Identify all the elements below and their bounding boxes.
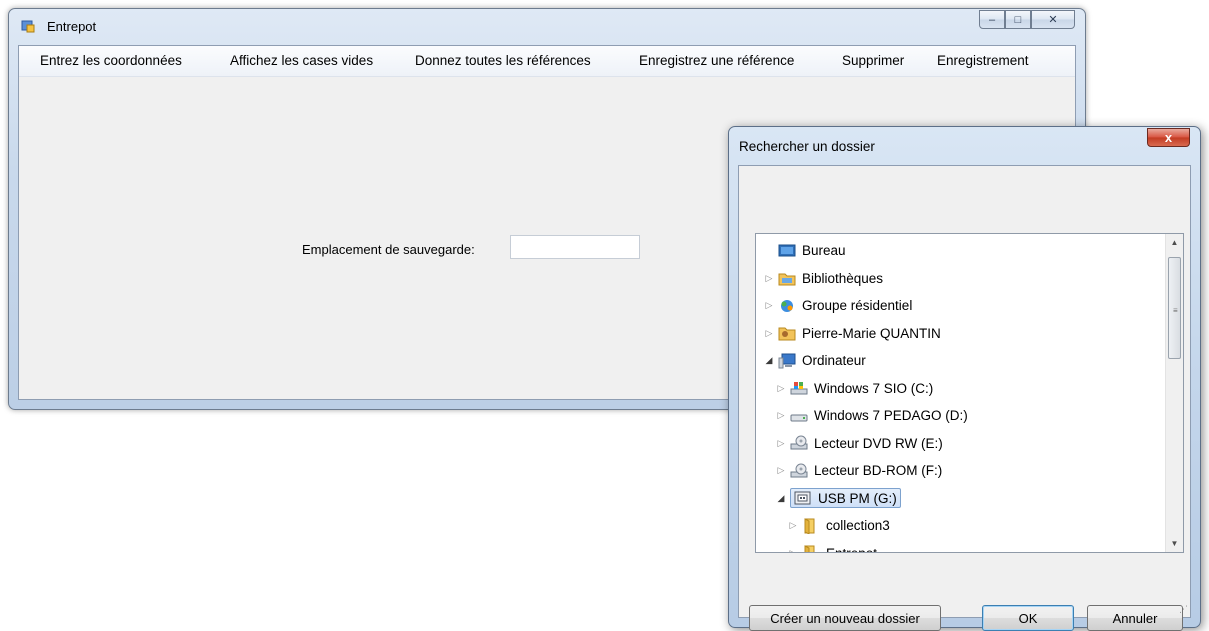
close-icon: ✕ <box>1048 14 1058 26</box>
tree-item-label: USB PM (G:) <box>818 490 897 506</box>
browse-folder-dialog: Rechercher un dossier x ▲ ≡ ▼ Bureau ▷ Bib… <box>728 126 1201 631</box>
tree-item-content: Lecteur BD-ROM (F:) <box>790 463 942 479</box>
save-location-input[interactable] <box>510 235 640 259</box>
dialog-title: Rechercher un dossier <box>739 139 875 154</box>
tree-item[interactable]: ◢ USB PM (G:) <box>776 485 901 512</box>
window-controls: – □ ✕ <box>979 10 1075 30</box>
tree-item-label: collection3 <box>826 518 890 533</box>
desktop-icon <box>778 243 796 259</box>
vertical-scrollbar[interactable]: ▲ ≡ ▼ <box>1165 234 1183 552</box>
tree-item-label: Bureau <box>802 243 846 258</box>
minimize-icon: – <box>988 13 996 26</box>
bd-drive-icon <box>790 463 808 479</box>
tree-item[interactable]: ▷ Lecteur DVD RW (E:) <box>776 430 943 457</box>
collapsed-arrow-icon[interactable]: ▷ <box>776 410 786 421</box>
save-location-label: Emplacement de sauvegarde: <box>302 242 475 257</box>
user-folder-icon <box>778 325 796 341</box>
scroll-up-arrow-icon[interactable]: ▲ <box>1166 234 1183 251</box>
tree-item[interactable]: ◢ Ordinateur <box>764 347 866 374</box>
ok-label: OK <box>1018 610 1038 626</box>
expanded-arrow-icon[interactable]: ◢ <box>776 493 786 504</box>
close-icon: x <box>1164 130 1173 145</box>
tree-item-label: Lecteur DVD RW (E:) <box>814 435 943 451</box>
collapsed-arrow-icon[interactable]: ▷ <box>776 465 786 476</box>
tree-item-content: Pierre-Marie QUANTIN <box>778 325 941 341</box>
tree-item-content: Lecteur DVD RW (E:) <box>790 435 943 451</box>
tree-item-content: Bibliothèques <box>778 270 883 286</box>
tree-item-content: Groupe résidentiel <box>778 298 912 314</box>
menu-item-delete[interactable]: Supprimer <box>842 53 904 68</box>
tree-item[interactable]: ▷ Windows 7 PEDAGO (D:) <box>776 402 968 429</box>
scroll-down-arrow-icon[interactable]: ▼ <box>1166 535 1183 552</box>
tree-item-label: Pierre-Marie QUANTIN <box>802 325 941 341</box>
collapsed-arrow-icon[interactable]: ▷ <box>776 438 786 449</box>
hard-drive-icon <box>790 408 808 424</box>
collapsed-arrow-icon[interactable]: ▷ <box>776 383 786 394</box>
folder-icon <box>802 545 820 552</box>
dialog-close-button[interactable]: x <box>1147 128 1190 147</box>
tree-item-label: Bibliothèques <box>802 270 884 286</box>
app-icon <box>21 20 35 33</box>
tree-item[interactable]: ▷ Pierre-Marie QUANTIN <box>764 320 941 347</box>
tree-item-label: Ordinateur <box>802 353 866 368</box>
grip-icon: ≡ <box>1173 306 1178 315</box>
folder-icon <box>802 517 820 535</box>
menu-item-coordinates[interactable]: Entrez les coordonnées <box>40 53 182 68</box>
collapsed-arrow-icon[interactable]: ▷ <box>764 328 774 339</box>
tree-item-label: Lecteur BD-ROM (F:) <box>814 463 943 478</box>
new-folder-button[interactable]: Créer un nouveau dossier <box>749 605 941 631</box>
tree-item-content: Windows 7 SIO (C:) <box>790 380 933 396</box>
maximize-button[interactable]: □ <box>1005 10 1031 29</box>
tree-item-content: Bureau <box>778 243 846 259</box>
menu-item-save-reference[interactable]: Enregistrez une référence <box>639 53 794 68</box>
menu-item-recording[interactable]: Enregistrement <box>937 53 1029 68</box>
collapsed-arrow-icon[interactable]: ▷ <box>764 273 774 284</box>
tree-item[interactable]: ▷ Groupe résidentiel <box>764 292 913 319</box>
tree-item[interactable]: ▷ Bibliothèques <box>764 265 883 292</box>
collapsed-arrow-icon[interactable]: ▷ <box>788 520 798 531</box>
cancel-label: Annuler <box>1112 610 1158 626</box>
tree-item-content: USB PM (G:) <box>790 488 901 508</box>
collapsed-arrow-icon[interactable]: ▷ <box>788 548 798 553</box>
tree-item-content: Ordinateur <box>778 353 866 369</box>
tree-item[interactable]: ▷ Entrepot <box>788 540 878 553</box>
tree-item[interactable]: Bureau <box>764 237 846 264</box>
homegroup-icon <box>778 298 796 314</box>
libraries-icon <box>778 270 796 286</box>
tree-item-label: Windows 7 SIO (C:) <box>814 380 934 396</box>
usb-drive-icon <box>794 490 812 506</box>
tree-item-label: Windows 7 PEDAGO (D:) <box>814 408 968 423</box>
main-titlebar[interactable]: Entrepot – □ ✕ <box>9 9 1085 45</box>
menu-item-all-references[interactable]: Donnez toutes les références <box>415 53 591 68</box>
resize-grip-icon[interactable]: ⋰ <box>1179 604 1188 615</box>
minimize-button[interactable]: – <box>979 10 1005 29</box>
tree-item-label: Groupe résidentiel <box>802 298 913 313</box>
computer-icon <box>778 353 796 369</box>
menu-item-empty-cells[interactable]: Affichez les cases vides <box>230 53 373 68</box>
tree-item-content: Entrepot <box>802 545 878 553</box>
maximize-icon: □ <box>1014 13 1022 26</box>
tree-item[interactable]: ▷ Windows 7 SIO (C:) <box>776 375 934 402</box>
new-folder-label: Créer un nouveau dossier <box>770 610 920 626</box>
expanded-arrow-icon[interactable]: ◢ <box>764 355 774 366</box>
folder-tree[interactable]: ▲ ≡ ▼ Bureau ▷ Bibliothèques ▷ Groupe réside… <box>755 233 1184 553</box>
dialog-client-area: ▲ ≡ ▼ Bureau ▷ Bibliothèques ▷ Groupe réside… <box>738 165 1191 631</box>
menu-bar: Entrez les coordonnées Affichez les case… <box>19 46 1075 77</box>
dvd-drive-icon <box>790 435 808 451</box>
system-drive-icon <box>790 380 808 396</box>
scroll-thumb[interactable]: ≡ <box>1168 257 1181 359</box>
tree-item-content: collection3 <box>802 517 890 535</box>
collapsed-arrow-icon[interactable]: ▷ <box>764 300 774 311</box>
tree-item[interactable]: ▷ Lecteur BD-ROM (F:) <box>776 457 942 484</box>
ok-button[interactable]: OK <box>982 605 1074 631</box>
tree-item-label: Entrepot <box>826 545 878 553</box>
cancel-button[interactable]: Annuler <box>1087 605 1183 631</box>
tree-item-content: Windows 7 PEDAGO (D:) <box>790 408 968 424</box>
tree-item[interactable]: ▷ collection3 <box>788 512 890 539</box>
close-button[interactable]: ✕ <box>1031 10 1075 29</box>
main-window-title: Entrepot <box>47 19 97 34</box>
